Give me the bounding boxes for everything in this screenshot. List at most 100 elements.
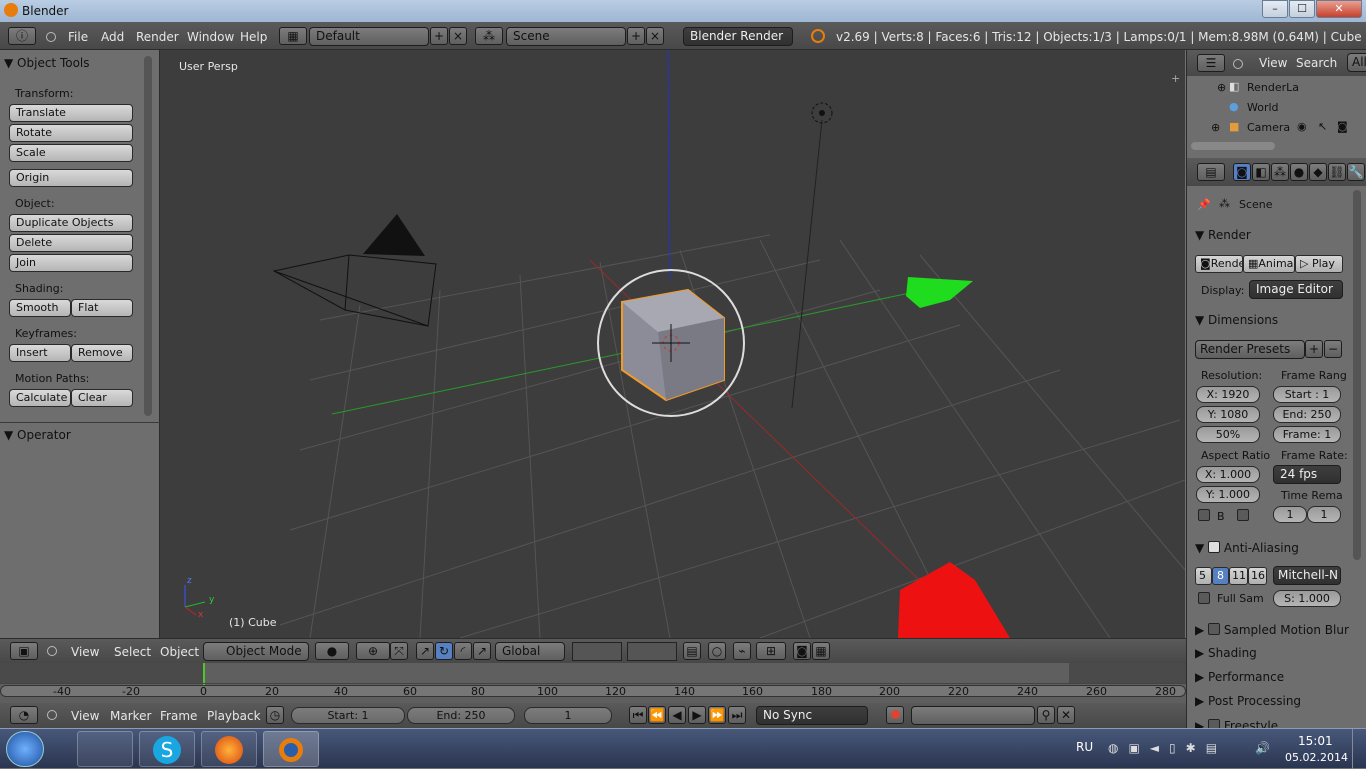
frame-start-field[interactable]: Start : 1 <box>1273 386 1341 403</box>
menu-add[interactable]: Add <box>101 30 124 44</box>
menu-window[interactable]: Window <box>187 30 234 44</box>
render-camera-icon[interactable]: ◙ <box>793 642 811 660</box>
timeline-area[interactable]: -40 -20 0 20 40 60 80 100 120 140 160 18… <box>0 663 1186 703</box>
render-animation-icon[interactable]: ▦ <box>812 642 830 660</box>
add-preset-button[interactable]: + <box>1305 340 1323 358</box>
outliner-search-menu[interactable]: Search <box>1296 56 1337 70</box>
editor-type-outliner-button[interactable]: ☰ <box>1197 54 1225 72</box>
translate-button[interactable]: Translate <box>9 104 133 122</box>
start-button[interactable] <box>6 731 44 767</box>
outliner-item[interactable]: World <box>1247 101 1279 114</box>
delete-button[interactable]: Delete <box>9 234 133 252</box>
preview-range-icon[interactable]: ◷ <box>266 706 284 724</box>
shading-panel-header[interactable]: ▶ Shading <box>1195 646 1257 660</box>
aa-filter-select[interactable]: Mitchell-N <box>1273 566 1341 585</box>
prev-keyframe-icon[interactable]: ⏪ <box>648 706 666 724</box>
delete-scene-button[interactable]: × <box>646 27 664 45</box>
jump-end-icon[interactable]: ⏭ <box>728 706 746 724</box>
insert-keyframe-icon[interactable]: ⚲ <box>1037 706 1055 724</box>
origin-button[interactable]: Origin <box>9 169 133 187</box>
delete-screen-button[interactable]: × <box>449 27 467 45</box>
calculate-button[interactable]: Calculate <box>9 389 71 407</box>
menu-help[interactable]: Help <box>240 30 267 44</box>
outliner-item[interactable]: Camera <box>1247 121 1290 134</box>
object-context-icon[interactable]: ◆ <box>1309 163 1327 181</box>
freestyle-panel-header[interactable]: ▶ Freestyle <box>1195 718 1278 728</box>
clear-button[interactable]: Clear <box>71 389 133 407</box>
render-animation-button[interactable]: ▦Anima <box>1243 255 1295 273</box>
display-select[interactable]: Image Editor <box>1249 280 1343 299</box>
proportional-edit-icon[interactable]: ○ <box>708 642 726 660</box>
next-keyframe-icon[interactable]: ⏩ <box>708 706 726 724</box>
menu-file[interactable]: File <box>68 30 88 44</box>
resolution-percent-field[interactable]: 50% <box>1196 426 1260 443</box>
clock-date[interactable]: 05.02.2014 <box>1285 751 1348 764</box>
end-frame-field[interactable]: End: 250 <box>407 707 515 724</box>
region-toggle-icon[interactable]: + <box>1171 72 1180 85</box>
taskbar-skype-icon[interactable]: S <box>139 731 195 767</box>
frame-end-field[interactable]: End: 250 <box>1273 406 1341 423</box>
cube-object[interactable] <box>621 288 725 402</box>
show-desktop-button[interactable] <box>1352 729 1366 769</box>
transform-orientation-select[interactable]: Global <box>495 642 565 661</box>
collapse-menu-icon[interactable] <box>1233 59 1243 69</box>
render-panel-header[interactable]: ▼ Render <box>1195 228 1251 242</box>
remove-keyframe-button[interactable]: Remove <box>71 344 133 362</box>
add-screen-button[interactable]: + <box>430 27 448 45</box>
maximize-button[interactable]: ☐ <box>1289 0 1315 18</box>
object-tools-header[interactable]: ▼ Object Tools <box>4 56 90 70</box>
aa-samples-8-button[interactable]: 8 <box>1212 567 1229 585</box>
aa-samples-5-button[interactable]: 5 <box>1195 567 1212 585</box>
scene-icon[interactable]: ⁂ <box>475 27 503 45</box>
aa-samples-16-button[interactable]: 16 <box>1248 567 1267 585</box>
resolution-y-field[interactable]: Y: 1080 <box>1196 406 1260 423</box>
scale-button[interactable]: Scale <box>9 144 133 162</box>
editor-type-info-button[interactable]: ⓘ <box>8 27 36 45</box>
outliner-view-menu[interactable]: View <box>1259 56 1287 70</box>
tool-shelf-scrollbar[interactable] <box>144 56 152 416</box>
editor-type-timeline-button[interactable]: ◔ <box>10 706 38 724</box>
jump-start-icon[interactable]: ⏮ <box>629 706 647 724</box>
scale-manipulator-icon[interactable]: ◜ <box>454 642 472 660</box>
play-icon[interactable]: ▶ <box>688 706 706 724</box>
minimize-button[interactable]: – <box>1262 0 1288 18</box>
properties-scrollbar[interactable] <box>1353 190 1361 560</box>
camera-object[interactable] <box>272 214 437 327</box>
collapse-menu-icon[interactable] <box>47 710 57 720</box>
close-button[interactable]: ✕ <box>1316 0 1362 18</box>
menu-object[interactable]: Object <box>160 645 199 659</box>
display-mode-select[interactable]: All <box>1347 53 1366 72</box>
menu-frame[interactable]: Frame <box>160 709 197 723</box>
scene-context-icon[interactable]: ⁂ <box>1271 163 1289 181</box>
aa-samples-11-button[interactable]: 11 <box>1229 567 1248 585</box>
crop-checkbox[interactable] <box>1237 509 1249 521</box>
start-frame-field[interactable]: Start: 1 <box>291 707 405 724</box>
screen-layout-field[interactable]: Default <box>309 27 429 46</box>
play-button[interactable]: ▷ Play <box>1295 255 1343 273</box>
anti-aliasing-panel-header[interactable]: ▼ Anti-Aliasing <box>1195 540 1299 555</box>
record-icon[interactable] <box>886 706 904 724</box>
editor-type-3d-button[interactable]: ▣ <box>10 642 38 660</box>
frame-rate-select[interactable]: 24 fps <box>1273 465 1341 484</box>
collapse-menu-icon[interactable] <box>47 646 57 656</box>
play-reverse-icon[interactable]: ◀ <box>668 706 686 724</box>
insert-keyframe-button[interactable]: Insert <box>9 344 71 362</box>
layer-buttons-a[interactable] <box>572 642 622 661</box>
menu-view[interactable]: View <box>71 709 99 723</box>
render-context-icon[interactable]: ◙ <box>1233 163 1251 181</box>
rotate-button[interactable]: Rotate <box>9 124 133 142</box>
expand-icon[interactable]: ⊕ <box>1217 81 1226 94</box>
language-indicator[interactable]: RU <box>1076 740 1093 754</box>
volume-icon[interactable]: 🔊 <box>1255 741 1270 755</box>
outliner-item[interactable]: RenderLa <box>1247 81 1299 94</box>
pin-icon[interactable]: 📌 <box>1197 198 1211 211</box>
translate-manipulator-icon[interactable]: ↗ <box>416 642 434 660</box>
editor-type-properties-button[interactable]: ▤ <box>1197 163 1225 181</box>
aspect-y-field[interactable]: Y: 1.000 <box>1196 486 1260 503</box>
pivot-point-button[interactable]: ⊕ <box>356 642 390 660</box>
layer-buttons-b[interactable] <box>627 642 677 661</box>
anti-aliasing-checkbox[interactable] <box>1208 541 1221 553</box>
renderable-camera-icon[interactable]: ◙ <box>1337 120 1348 133</box>
mode-select[interactable]: Object Mode <box>203 642 309 661</box>
post-processing-panel-header[interactable]: ▶ Post Processing <box>1195 694 1301 708</box>
